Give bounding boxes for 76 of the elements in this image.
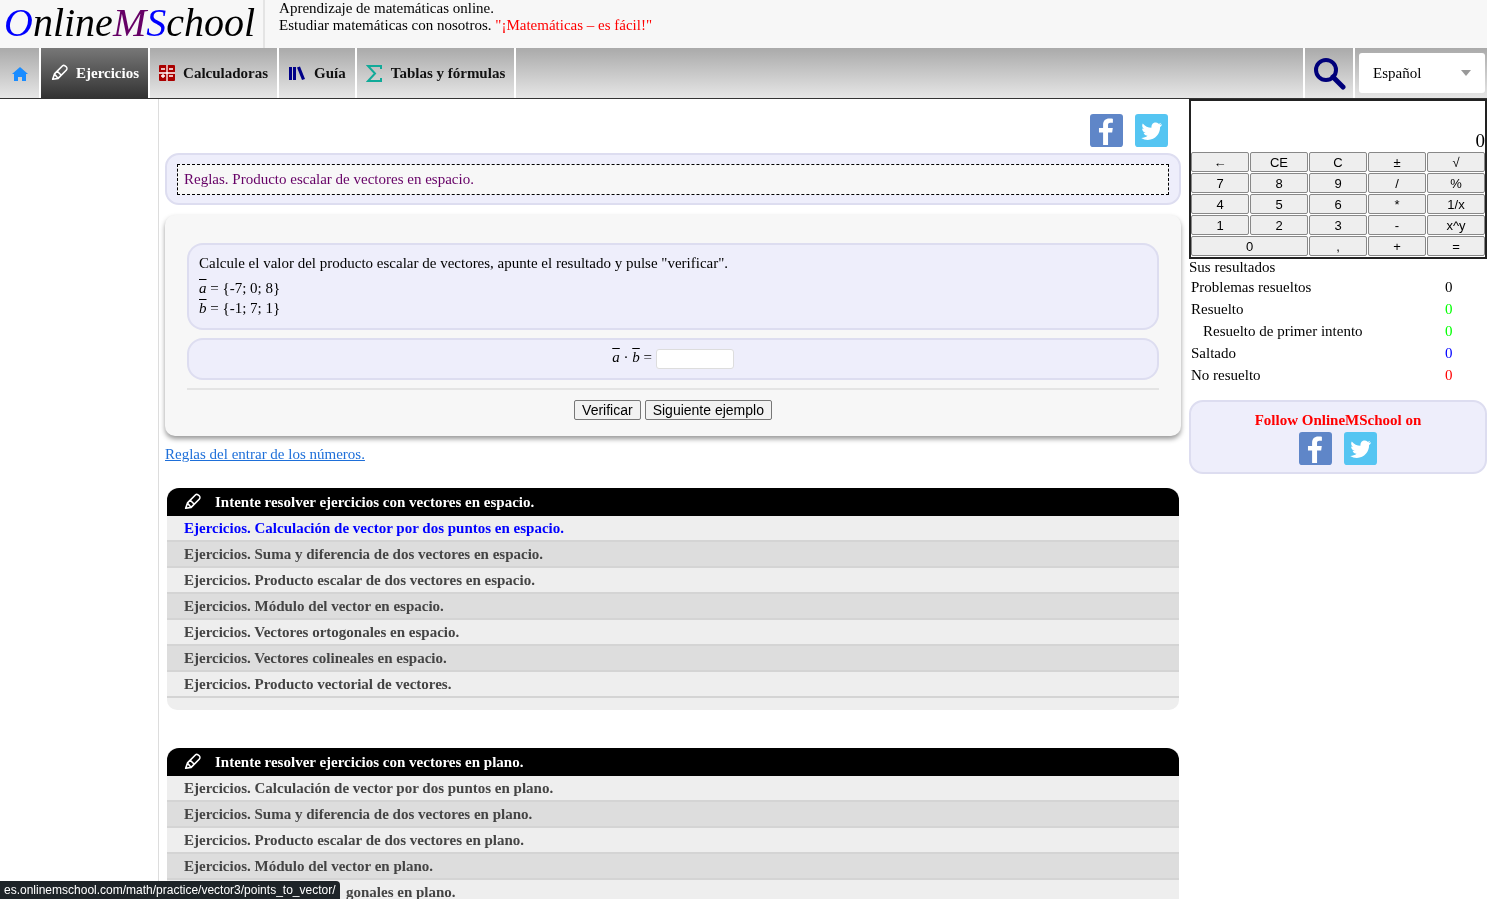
calculator-key[interactable]: ± xyxy=(1368,152,1426,172)
exercise-link[interactable]: Ejercicios. Vectores colineales en espacio. xyxy=(167,646,1179,672)
calculator-key[interactable]: 9 xyxy=(1309,173,1367,193)
action-button[interactable]: Siguiente ejemplo xyxy=(644,400,772,420)
calculator-key[interactable]: 1 xyxy=(1191,215,1249,235)
calculator-key[interactable]: 7 xyxy=(1191,173,1249,193)
link-url-tooltip: es.onlinemschool.com/math/practice/vector3/points_to_vector/ xyxy=(0,881,340,899)
calculator-key[interactable]: / xyxy=(1368,173,1426,193)
calculator-key[interactable]: 6 xyxy=(1309,194,1367,214)
pencil-icon xyxy=(183,753,201,771)
calculator-key[interactable]: ← xyxy=(1191,152,1249,172)
nav-tab[interactable]: Guía xyxy=(279,48,357,98)
result-label: Resuelto xyxy=(1191,301,1245,317)
nav-tab[interactable]: Calculadoras xyxy=(150,48,280,98)
calculator-key[interactable]: x^y xyxy=(1427,215,1485,235)
nav-tab[interactable]: Tablas y fórmulas xyxy=(356,48,517,98)
result-label: Problemas resueltos xyxy=(1191,279,1313,295)
calculator-key[interactable]: = xyxy=(1427,236,1485,256)
result-label: Saltado xyxy=(1191,345,1237,361)
exercise-link[interactable]: Ejercicios. Suma y diferencia de dos vectores en espacio. xyxy=(167,542,1179,568)
caret-icon xyxy=(1461,70,1471,76)
vector-definition: b = {-1; 7; 1} xyxy=(199,299,282,318)
calculator-display: 0 xyxy=(1474,129,1485,151)
vector-definition: a = {-7; 0; 8} xyxy=(199,279,282,298)
calculator-key[interactable]: 4 xyxy=(1191,194,1249,214)
results-title: Sus resultados xyxy=(1189,259,1277,276)
action-button[interactable]: Verificar xyxy=(574,400,641,420)
search-icon[interactable] xyxy=(1312,56,1346,90)
calculator-key[interactable]: , xyxy=(1309,236,1367,256)
tagline: Aprendizaje de matemáticas online. xyxy=(279,0,495,17)
twitter-icon[interactable] xyxy=(1135,114,1168,147)
calculator-key[interactable]: 1/x xyxy=(1427,194,1485,214)
answer-field[interactable] xyxy=(655,349,734,369)
nav-tab[interactable]: Ejercicios xyxy=(41,48,151,98)
books-icon xyxy=(288,66,307,80)
exercise-link[interactable]: Ejercicios. Producto vectorial de vectores. xyxy=(167,672,1179,698)
facebook-icon[interactable] xyxy=(1299,432,1332,465)
result-value: 0 xyxy=(1445,345,1454,361)
formula: a · b = xyxy=(612,349,652,366)
home-icon xyxy=(11,65,28,81)
result-label: No resuelto xyxy=(1191,367,1262,383)
exercise-link[interactable]: Ejercicios. Módulo del vector en espacio. xyxy=(167,594,1179,620)
calculator-key[interactable]: - xyxy=(1368,215,1426,235)
input-rules-link[interactable]: Reglas del entrar de los números. xyxy=(165,446,365,463)
calculator-key[interactable]: 3 xyxy=(1309,215,1367,235)
exercise-link[interactable]: Ejercicios. Módulo del vector en plano. xyxy=(167,854,1179,880)
facebook-icon[interactable] xyxy=(1090,114,1123,147)
calculator-key[interactable]: 2 xyxy=(1250,215,1308,235)
calculator-key[interactable]: 8 xyxy=(1250,173,1308,193)
slogan: "¡Matemáticas – es fácil!" xyxy=(495,17,653,33)
sigma-icon xyxy=(365,64,383,82)
list-title: Intente resolver ejercicios con vectores en espacio. xyxy=(215,493,535,511)
pencil-icon xyxy=(50,64,68,82)
pencil-icon xyxy=(183,493,201,511)
follow-title: Follow OnlineMSchool on xyxy=(1254,412,1422,429)
result-value: 0 xyxy=(1445,301,1454,317)
calculator-key[interactable]: √ xyxy=(1427,152,1485,172)
language-select[interactable]: Español xyxy=(1359,53,1485,93)
calculator-icon xyxy=(159,65,176,81)
calculator-key[interactable]: % xyxy=(1427,173,1485,193)
result-value: 0 xyxy=(1445,323,1454,339)
calculator-key[interactable]: C xyxy=(1309,152,1367,172)
calculator-key[interactable]: + xyxy=(1368,236,1426,256)
twitter-icon[interactable] xyxy=(1344,432,1377,465)
instruction-text: Calcule el valor del producto escalar de vectores, apunte el resultado y pulse "verificar". xyxy=(199,255,730,272)
calculator-key[interactable]: 5 xyxy=(1250,194,1308,214)
result-value: 0 xyxy=(1445,367,1454,383)
tagline: Estudiar matemáticas con nosotros. xyxy=(279,17,492,33)
result-value: 0 xyxy=(1445,279,1454,295)
rules-link[interactable]: Reglas. Producto escalar de vectores en espacio. xyxy=(177,164,1169,195)
calculator-key[interactable]: CE xyxy=(1250,152,1308,172)
calculator-key[interactable]: 0 xyxy=(1191,236,1308,256)
calculator-key[interactable]: * xyxy=(1368,194,1426,214)
list-title: Intente resolver ejercicios con vectores en plano. xyxy=(215,753,524,771)
exercise-link[interactable]: Ejercicios. Suma y diferencia de dos vectores en plano. xyxy=(167,802,1179,828)
result-label: Resuelto de primer intento xyxy=(1203,323,1364,339)
